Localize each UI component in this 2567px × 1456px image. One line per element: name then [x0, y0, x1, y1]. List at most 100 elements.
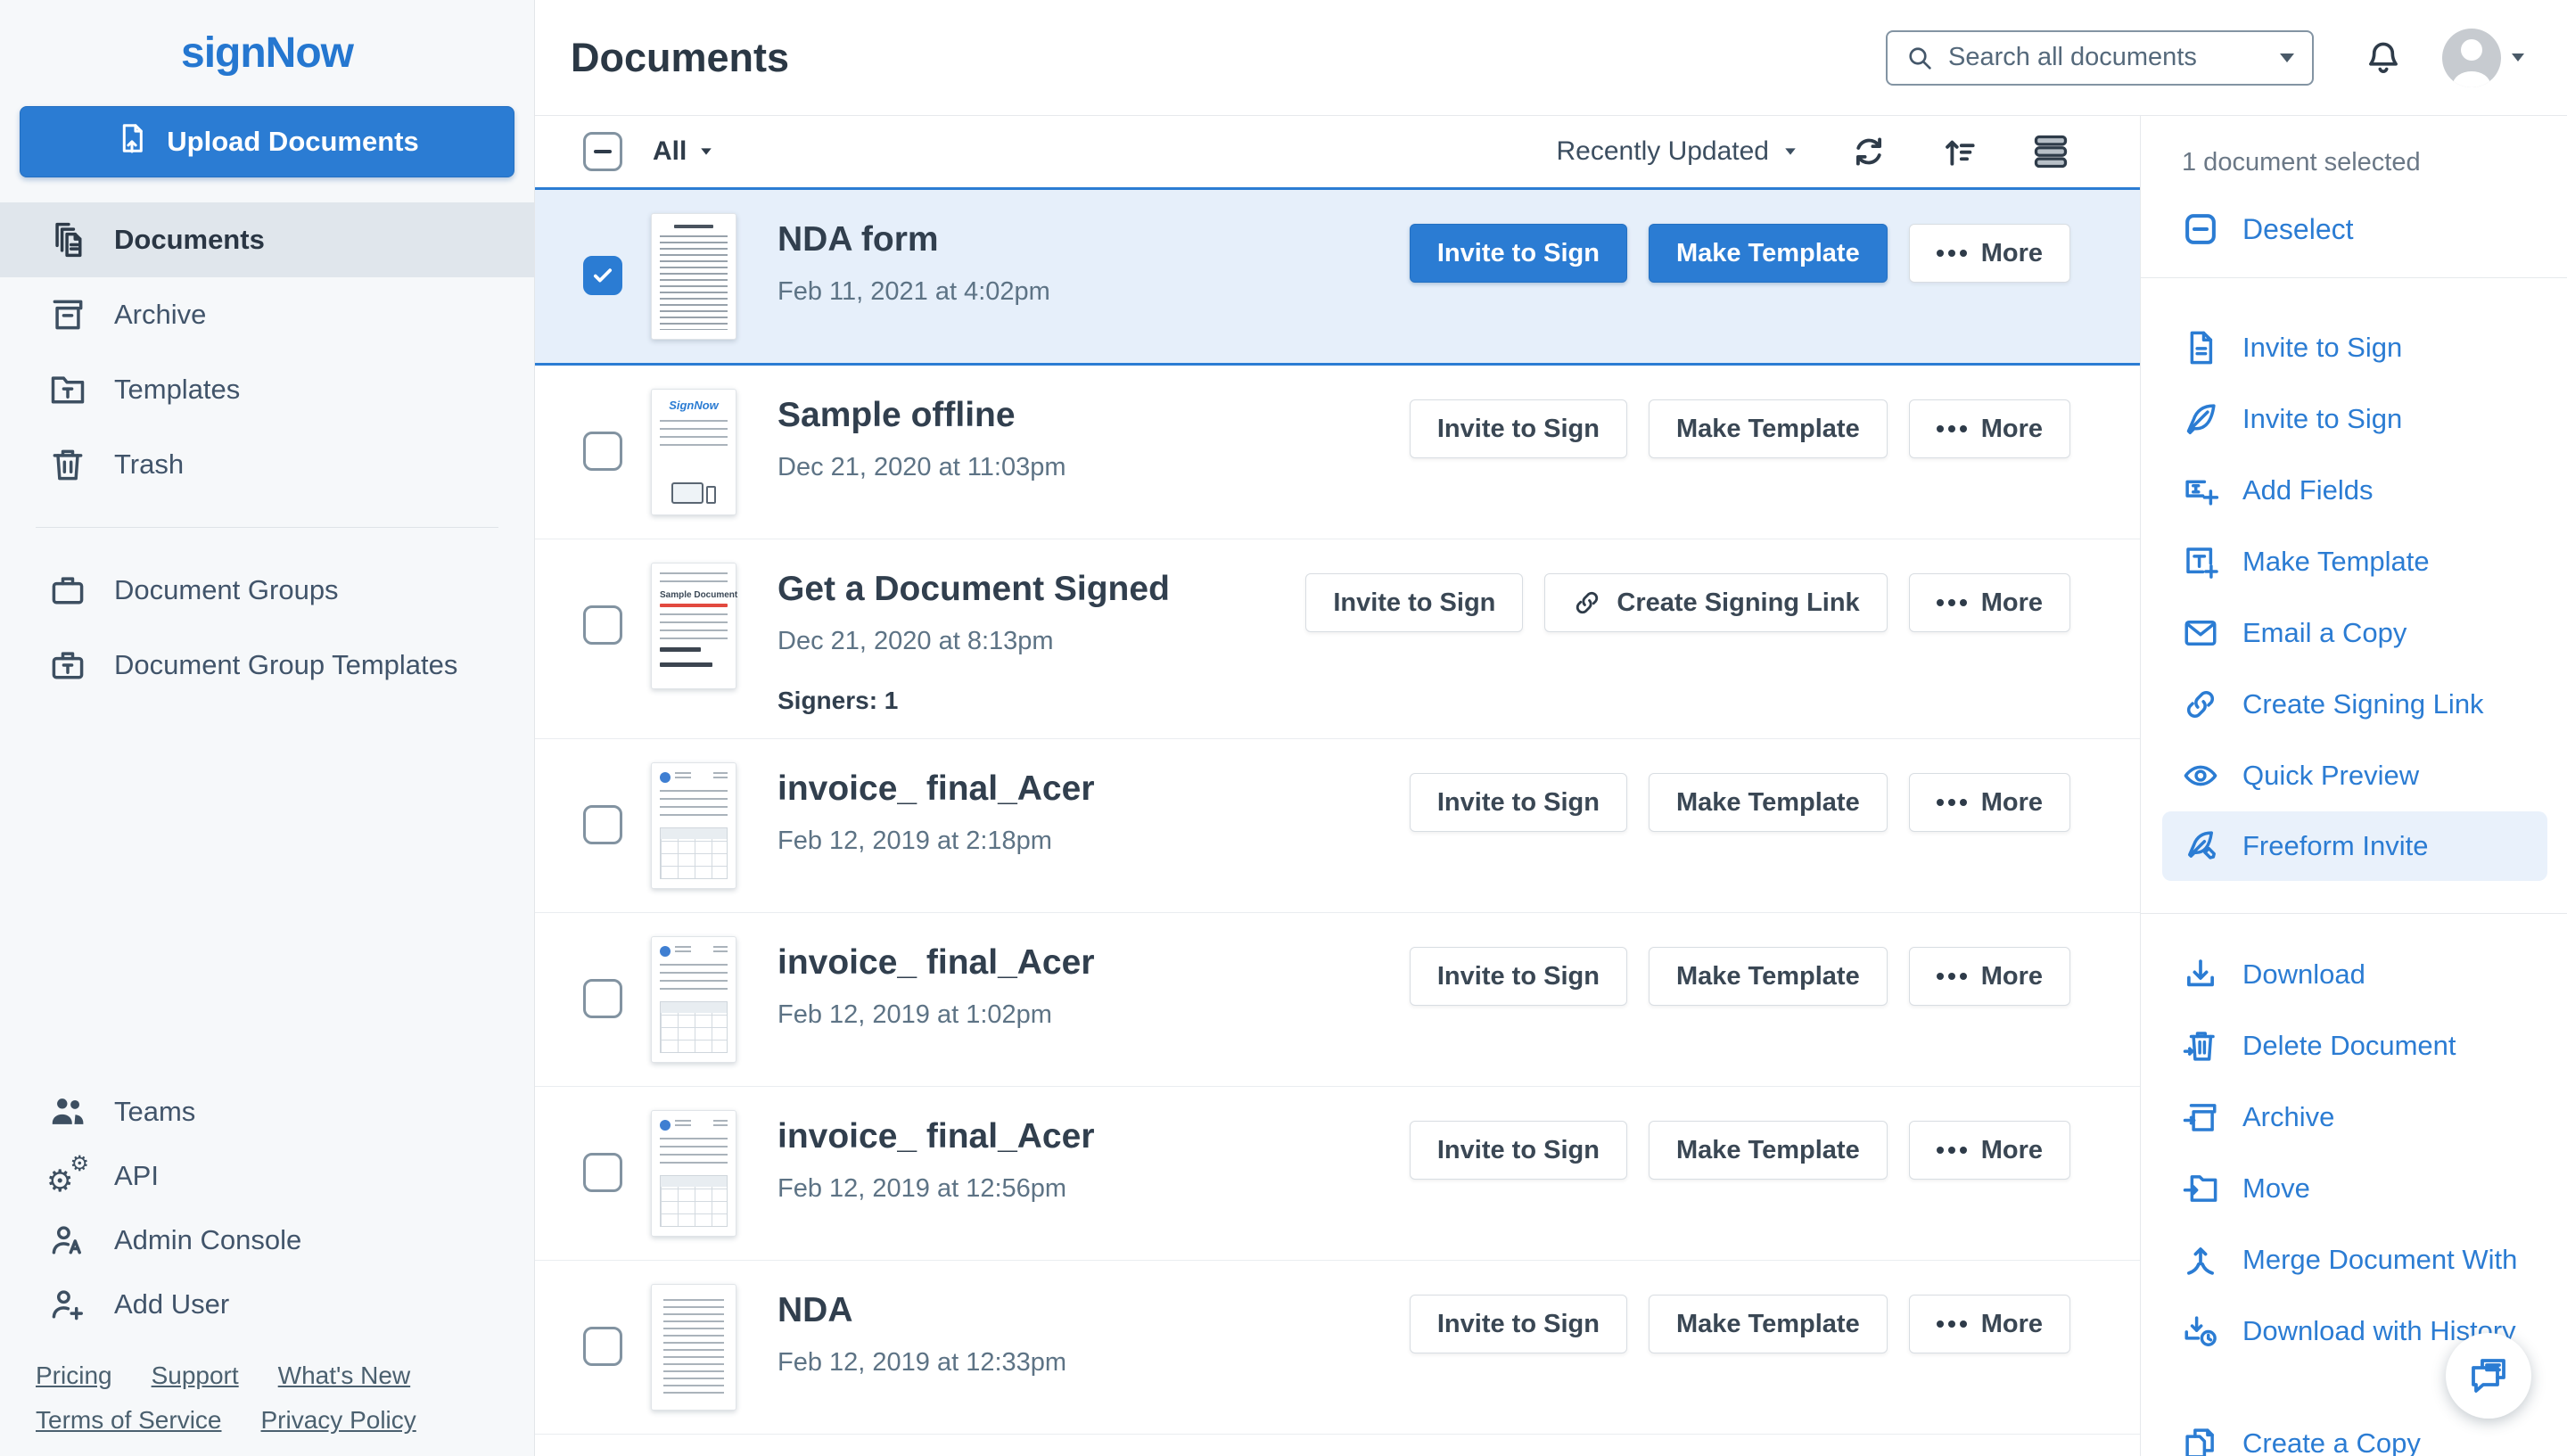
panel-action-add-fields[interactable]: Add Fields	[2141, 455, 2567, 526]
make-template-button[interactable]: Make Template	[1648, 224, 1888, 283]
more-button[interactable]: More	[1908, 399, 2070, 458]
make-template-button[interactable]: Make Template	[1648, 1295, 1888, 1353]
row-actions: Invite to Sign Make Template More	[1409, 1121, 2070, 1180]
avatar[interactable]	[2442, 28, 2501, 87]
link-terms-of-service[interactable]: Terms of Service	[36, 1406, 222, 1435]
sidebar-item-archive[interactable]: Archive	[0, 277, 534, 352]
upload-documents-button[interactable]: Upload Documents	[20, 106, 514, 177]
sidebar-item-document-group-templates[interactable]: Document Group Templates	[0, 628, 534, 703]
more-dots-icon	[1936, 1147, 1967, 1154]
document-thumbnail[interactable]	[651, 936, 736, 1063]
document-list: NDA form Feb 11, 2021 at 4:02pm Invite t…	[535, 187, 2140, 1456]
document-group-templates-icon	[48, 646, 87, 685]
document-info: NDA Feb 12, 2019 at 12:33pm	[778, 1284, 1066, 1378]
more-button[interactable]: More	[1908, 947, 2070, 1006]
row-view-icon[interactable]	[2031, 132, 2070, 171]
document-row[interactable]: Sample Document Get a Document Signed De…	[535, 539, 2140, 739]
row-checkbox[interactable]	[583, 1153, 622, 1192]
invite-to-sign-button[interactable]: Invite to Sign	[1409, 399, 1627, 458]
make-template-button[interactable]: Make Template	[1648, 947, 1888, 1006]
row-checkbox[interactable]	[583, 256, 622, 295]
search-chevron-down-icon[interactable]	[2280, 53, 2294, 62]
more-button[interactable]: More	[1908, 1121, 2070, 1180]
document-title: NDA form	[778, 220, 939, 259]
invite-to-sign-button[interactable]: Invite to Sign	[1409, 1121, 1627, 1180]
more-button[interactable]: More	[1908, 1295, 2070, 1353]
teams-icon	[48, 1092, 87, 1131]
panel-action-archive[interactable]: Archive	[2141, 1082, 2567, 1153]
invite-to-sign-button[interactable]: Invite to Sign	[1409, 224, 1627, 283]
panel-action-freeform-invite[interactable]: Freeform Invite	[2162, 811, 2547, 881]
document-row[interactable]: invoice_ final_Acer Feb 12, 2019 at 12:5…	[535, 1087, 2140, 1261]
sidebar-item-api[interactable]: ⚙ ⚙ API	[0, 1144, 534, 1208]
notifications-bell-icon[interactable]	[2364, 38, 2403, 78]
document-thumbnail[interactable]	[651, 1284, 736, 1411]
panel-action-make-template[interactable]: Make Template	[2141, 526, 2567, 597]
search-box[interactable]	[1886, 29, 2314, 86]
make-template-button[interactable]: Make Template	[1648, 1121, 1888, 1180]
link-privacy-policy[interactable]: Privacy Policy	[261, 1406, 416, 1435]
make-template-button[interactable]: Make Template	[1648, 773, 1888, 832]
make-template-button[interactable]: Make Template	[1648, 399, 1888, 458]
row-checkbox[interactable]	[583, 979, 622, 1018]
document-thumbnail[interactable]: SignNow	[651, 389, 736, 515]
document-row[interactable]: NDA Feb 12, 2019 at 12:33pm Invite to Si…	[535, 1261, 2140, 1435]
document-info: NDA form Feb 11, 2021 at 4:02pm	[778, 213, 1050, 307]
deselect-button[interactable]: Deselect	[2141, 190, 2567, 268]
document-thumbnail[interactable]	[651, 1110, 736, 1237]
invite-to-sign-button[interactable]: Invite to Sign	[1305, 573, 1524, 632]
brand-logo[interactable]: signNow	[0, 0, 534, 104]
sidebar-item-templates[interactable]: Templates	[0, 352, 534, 427]
sort-order-dropdown[interactable]: Recently Updated	[1557, 136, 1798, 167]
document-row[interactable]: invoice_ final_Acer Feb 12, 2019 at 2:18…	[535, 739, 2140, 913]
more-button[interactable]: More	[1908, 224, 2070, 283]
select-all-checkbox[interactable]	[583, 132, 622, 171]
download-icon	[2182, 956, 2219, 993]
sidebar-item-documents[interactable]: Documents	[0, 202, 534, 277]
filter-dropdown[interactable]: All	[653, 136, 713, 167]
create-signing-link-button[interactable]: Create Signing Link	[1544, 573, 1888, 632]
row-checkbox[interactable]	[583, 805, 622, 844]
row-checkbox[interactable]	[583, 1327, 622, 1366]
row-actions: Invite to Sign Make Template More	[1409, 773, 2070, 832]
document-row[interactable]: NDA form Feb 11, 2021 at 4:02pm Invite t…	[535, 187, 2140, 366]
chat-button[interactable]	[2446, 1333, 2531, 1419]
open-document-icon	[2182, 329, 2219, 366]
document-date: Feb 12, 2019 at 12:56pm	[778, 1174, 1067, 1203]
sidebar-item-document-groups[interactable]: Document Groups	[0, 553, 534, 628]
filter-chevron-down-icon	[701, 148, 712, 155]
document-row[interactable]: invoice_ final_Acer Feb 12, 2019 at 1:02…	[535, 913, 2140, 1087]
more-button[interactable]: More	[1908, 773, 2070, 832]
panel-action-quick-preview[interactable]: Quick Preview	[2141, 740, 2567, 811]
row-checkbox[interactable]	[583, 432, 622, 471]
panel-action-download[interactable]: Download	[2141, 939, 2567, 1010]
panel-action-open[interactable]: Invite to Sign Open	[2141, 312, 2567, 383]
panel-action-create-signing-link[interactable]: Create Signing Link	[2141, 669, 2567, 740]
sidebar-item-teams[interactable]: Teams	[0, 1080, 534, 1144]
link-whats-new[interactable]: What's New	[278, 1361, 411, 1390]
refresh-icon[interactable]	[1849, 132, 1888, 171]
panel-action-email-a-copy[interactable]: Email a Copy	[2141, 597, 2567, 669]
document-thumbnail[interactable]	[651, 762, 736, 889]
document-date: Dec 21, 2020 at 11:03pm	[778, 453, 1066, 481]
sidebar-item-add-user[interactable]: Add User	[0, 1272, 534, 1337]
sidebar-item-trash[interactable]: Trash	[0, 427, 534, 502]
document-thumbnail[interactable]	[651, 213, 736, 340]
invite-to-sign-button[interactable]: Invite to Sign	[1409, 1295, 1627, 1353]
row-checkbox[interactable]	[583, 605, 622, 645]
document-thumbnail[interactable]: Sample Document	[651, 563, 737, 689]
sidebar-item-admin-console[interactable]: Admin Console	[0, 1208, 534, 1272]
panel-action-delete-document[interactable]: Delete Document	[2141, 1010, 2567, 1082]
link-support[interactable]: Support	[152, 1361, 239, 1390]
panel-action-merge-document-with[interactable]: Merge Document With	[2141, 1224, 2567, 1296]
link-pricing[interactable]: Pricing	[36, 1361, 112, 1390]
panel-action-move[interactable]: Move	[2141, 1153, 2567, 1224]
more-button[interactable]: More	[1908, 573, 2070, 632]
sort-direction-icon[interactable]	[1940, 132, 1979, 171]
account-menu[interactable]	[2442, 28, 2524, 87]
invite-to-sign-button[interactable]: Invite to Sign	[1409, 773, 1627, 832]
search-input[interactable]	[1948, 43, 2266, 72]
invite-to-sign-button[interactable]: Invite to Sign	[1409, 947, 1627, 1006]
panel-action-invite-to-sign[interactable]: Invite to Sign	[2141, 383, 2567, 455]
document-row[interactable]: SignNow Sample offline Dec 21, 2020 at 1…	[535, 366, 2140, 539]
